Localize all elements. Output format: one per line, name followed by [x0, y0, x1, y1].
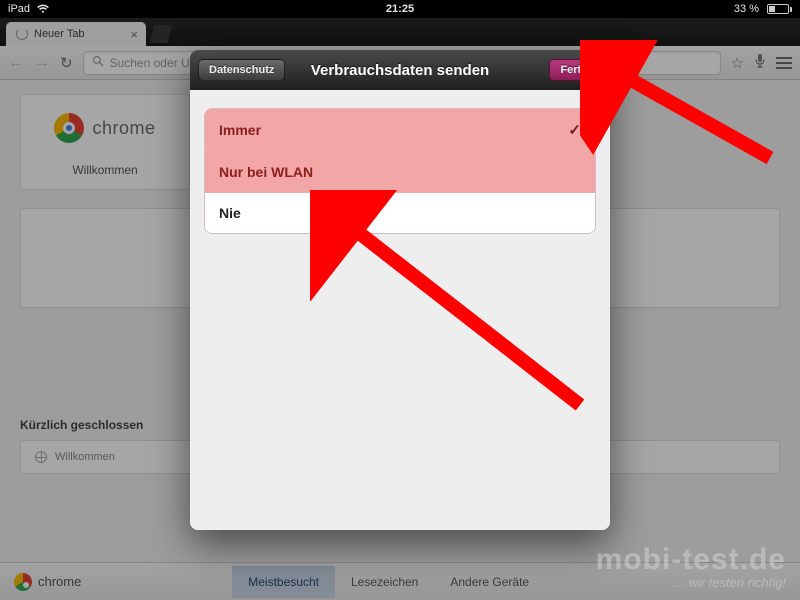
tab-most-visited[interactable]: Meistbesucht — [232, 566, 335, 598]
menu-button[interactable] — [776, 57, 792, 69]
tab-title: Neuer Tab — [34, 28, 85, 40]
battery-icon — [763, 4, 792, 14]
option-list: Immer ✓ Nur bei WLAN Nie — [204, 108, 596, 234]
mic-icon[interactable] — [754, 53, 766, 73]
modal-done-button[interactable]: Fertig — [549, 59, 602, 81]
chrome-logo: chrome — [29, 113, 181, 143]
star-icon[interactable]: ☆ — [731, 54, 744, 72]
back-button[interactable]: ← — [8, 54, 24, 72]
tab-favicon-icon — [16, 28, 28, 40]
option-label: Nur bei WLAN — [219, 164, 313, 180]
chrome-logo-icon — [54, 113, 84, 143]
wifi-icon — [36, 4, 50, 14]
tab-bookmarks[interactable]: Lesezeichen — [335, 566, 434, 598]
clock: 21:25 — [208, 3, 592, 15]
chrome-wordmark: chrome — [92, 118, 155, 139]
option-always[interactable]: Immer ✓ — [205, 109, 595, 152]
device-label: iPad — [8, 3, 30, 15]
modal-header: Datenschutz Verbrauchsdaten senden Ferti… — [190, 50, 610, 90]
checkmark-icon: ✓ — [568, 121, 581, 139]
ios-status-bar: iPad 21:25 33 % — [0, 0, 800, 18]
recently-closed-item-label: Willkommen — [55, 451, 115, 463]
bottom-bar: chrome Meistbesucht Lesezeichen Andere G… — [0, 562, 800, 600]
reload-button[interactable]: ↻ — [60, 54, 73, 72]
bottom-brand: chrome — [14, 573, 81, 591]
bottom-tabs: Meistbesucht Lesezeichen Andere Geräte — [81, 566, 696, 598]
bottom-brand-label: chrome — [38, 574, 81, 589]
chrome-logo-icon — [14, 573, 32, 591]
forward-button[interactable]: → — [34, 54, 50, 72]
browser-tab[interactable]: Neuer Tab × — [6, 22, 146, 46]
option-label: Immer — [219, 122, 261, 138]
option-wlan-only[interactable]: Nur bei WLAN — [205, 152, 595, 193]
option-label: Nie — [219, 205, 241, 221]
usage-data-modal: Datenschutz Verbrauchsdaten senden Ferti… — [190, 50, 610, 530]
welcome-label: Willkommen — [29, 163, 181, 177]
globe-icon — [35, 451, 47, 463]
battery-percent: 33 % — [734, 3, 759, 15]
welcome-card[interactable]: chrome Willkommen — [20, 94, 190, 190]
modal-back-button[interactable]: Datenschutz — [198, 59, 285, 81]
tab-strip: Neuer Tab × — [0, 18, 800, 46]
search-icon — [92, 55, 104, 70]
tab-other-devices[interactable]: Andere Geräte — [434, 566, 545, 598]
new-tab-button[interactable] — [150, 25, 172, 43]
close-tab-icon[interactable]: × — [130, 27, 138, 42]
option-never[interactable]: Nie — [205, 193, 595, 233]
modal-body: Immer ✓ Nur bei WLAN Nie — [190, 90, 610, 252]
